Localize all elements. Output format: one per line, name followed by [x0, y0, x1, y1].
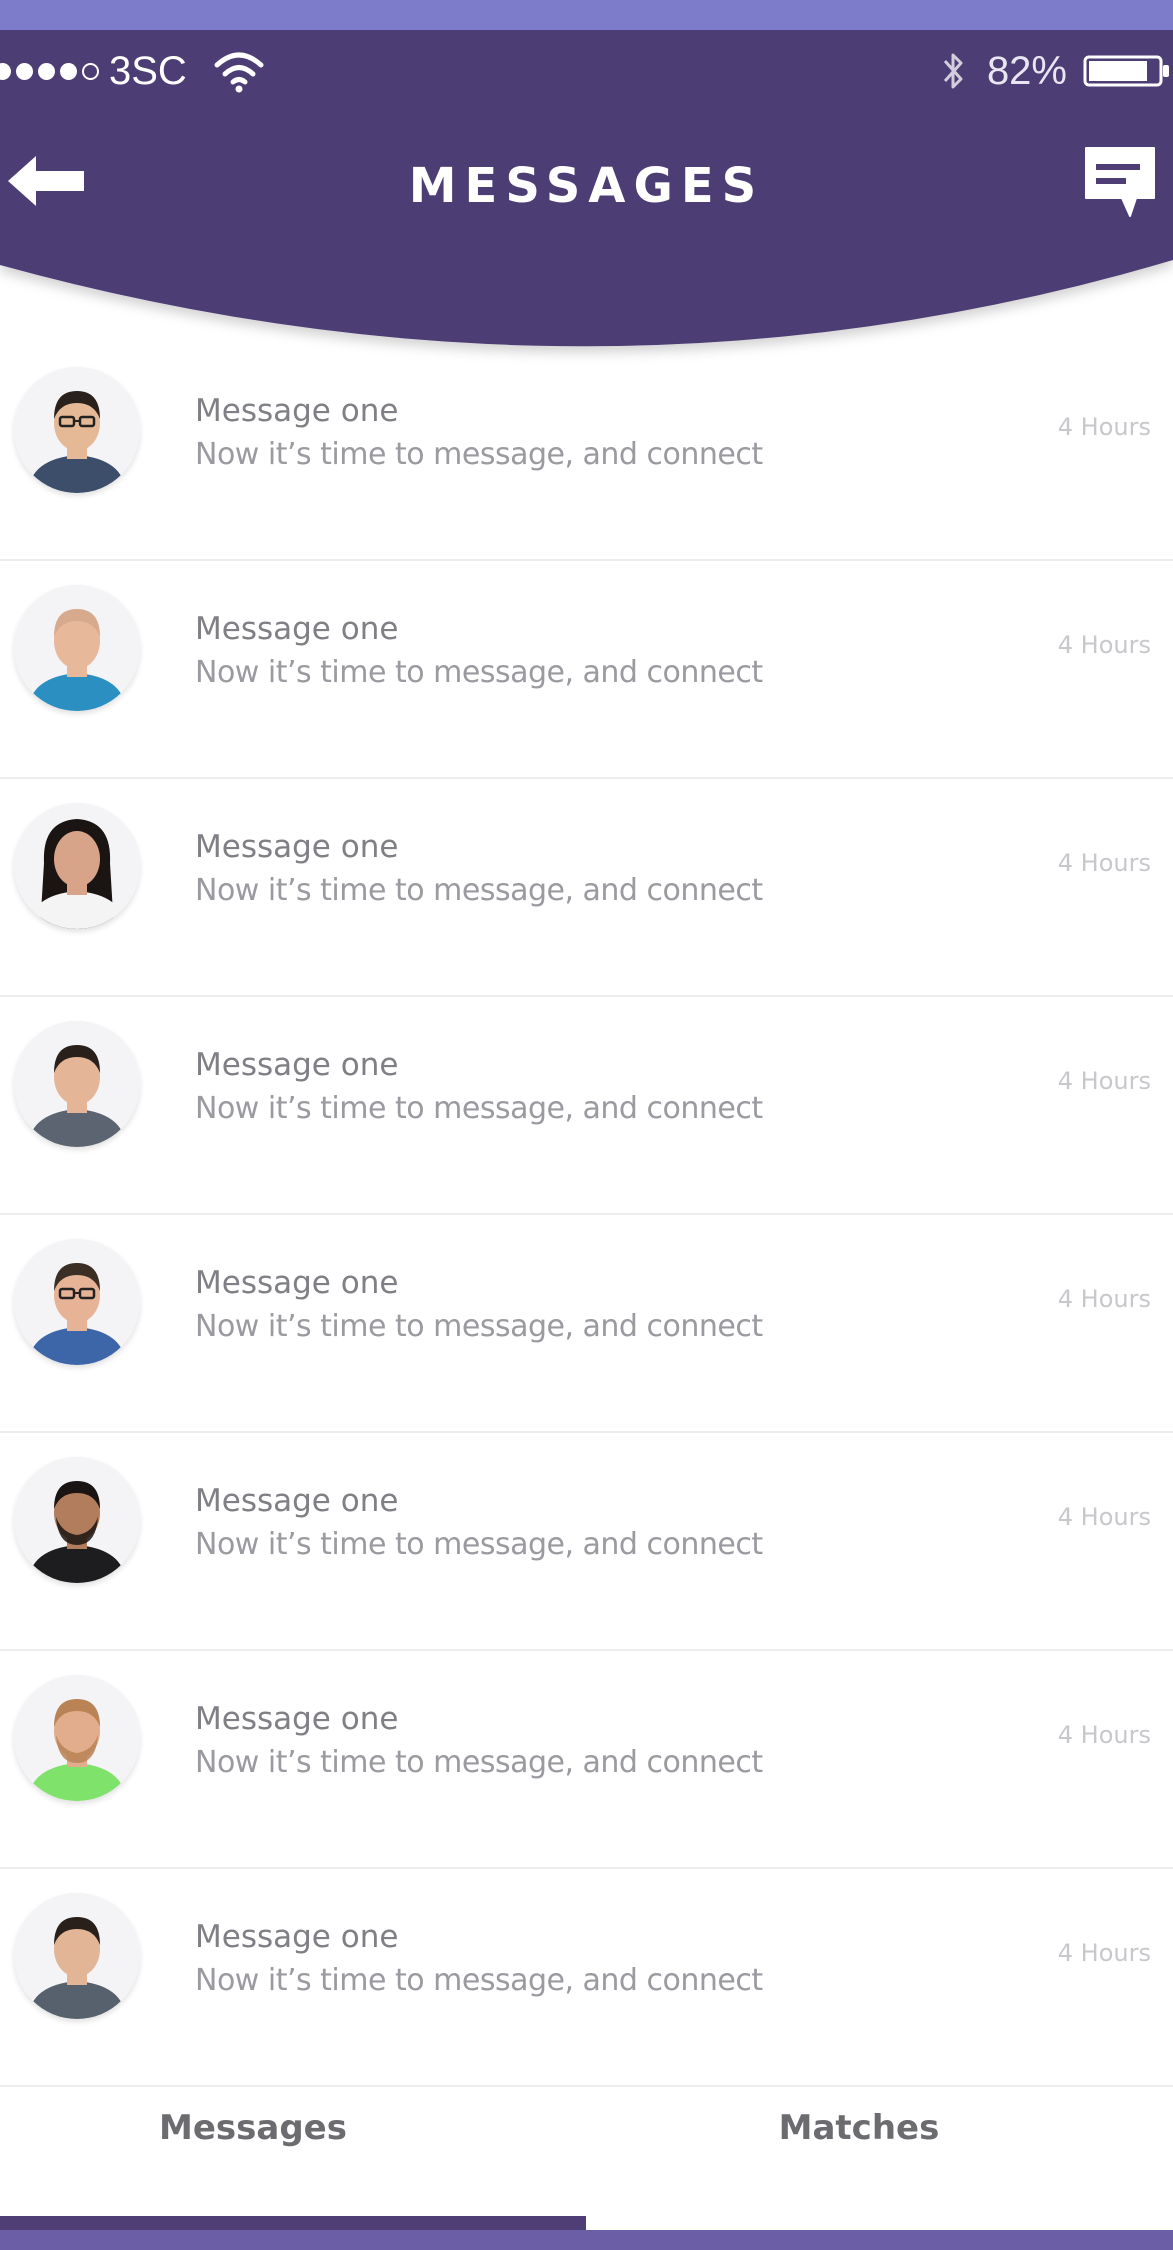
message-row[interactable]: Message one Now it’s time to message, and…: [0, 1435, 1173, 1651]
row-divider: [0, 1213, 1173, 1215]
active-tab-indicator: [0, 2216, 586, 2230]
row-divider: [0, 1867, 1173, 1869]
message-preview: Now it’s time to message, and connect: [195, 1745, 763, 1780]
nav-bar: MESSAGES: [0, 120, 1173, 250]
row-divider: [0, 1649, 1173, 1651]
message-title: Message one: [195, 829, 399, 865]
battery-icon: [1083, 55, 1169, 87]
message-preview: Now it’s time to message, and connect: [195, 1527, 763, 1562]
status-left: 3SC: [0, 48, 265, 94]
message-title: Message one: [195, 1483, 399, 1519]
avatar: [14, 1893, 140, 2019]
message-time: 4 Hours: [1057, 413, 1151, 441]
top-strip: [0, 0, 1173, 30]
row-divider: [0, 559, 1173, 561]
message-row[interactable]: Message one Now it’s time to message, and…: [0, 1217, 1173, 1433]
message-row[interactable]: Message one Now it’s time to message, and…: [0, 563, 1173, 779]
row-divider: [0, 777, 1173, 779]
tab-messages-label: Messages: [159, 2108, 347, 2148]
message-row[interactable]: Message one Now it’s time to message, and…: [0, 1653, 1173, 1869]
tab-messages[interactable]: Messages: [0, 2068, 586, 2218]
row-divider: [0, 995, 1173, 997]
wifi-icon: [214, 52, 264, 93]
message-preview: Now it’s time to message, and connect: [195, 1091, 763, 1126]
message-time: 4 Hours: [1057, 1721, 1151, 1749]
message-title: Message one: [195, 393, 399, 429]
status-bar: 3SC 82%: [0, 30, 1173, 115]
avatar: [14, 1457, 140, 1583]
message-title: Message one: [195, 611, 399, 647]
message-row[interactable]: Message one Now it’s time to message, and…: [0, 1871, 1173, 2087]
app-screen: 3SC 82% MESSAGES Message one Now it’s ti…: [0, 0, 1173, 2250]
tab-matches[interactable]: Matches: [586, 2068, 1172, 2218]
bottom-strip: [0, 2230, 1173, 2250]
row-divider: [0, 1431, 1173, 1433]
bluetooth-icon: [943, 53, 963, 89]
message-row[interactable]: Message one Now it’s time to message, and…: [0, 999, 1173, 1215]
chat-bubble-icon[interactable]: [1080, 142, 1160, 222]
status-right: 82%: [939, 48, 1173, 94]
signal-strength-icon: [0, 62, 99, 80]
avatar: [14, 367, 140, 493]
battery-percent: 82%: [986, 49, 1067, 93]
page-title: MESSAGES: [408, 158, 765, 214]
message-row[interactable]: Message one Now it’s time to message, and…: [0, 345, 1173, 561]
message-title: Message one: [195, 1919, 399, 1955]
message-title: Message one: [195, 1047, 399, 1083]
message-title: Message one: [195, 1701, 399, 1737]
tab-bar: Messages Matches: [0, 2068, 1173, 2250]
avatar: [14, 803, 140, 929]
message-preview: Now it’s time to message, and connect: [195, 1309, 763, 1344]
message-preview: Now it’s time to message, and connect: [195, 655, 763, 690]
tab-matches-label: Matches: [778, 2108, 940, 2148]
avatar: [14, 1675, 140, 1801]
message-preview: Now it’s time to message, and connect: [195, 437, 763, 472]
message-time: 4 Hours: [1057, 631, 1151, 659]
carrier-name: 3SC: [109, 49, 187, 93]
message-time: 4 Hours: [1057, 1067, 1151, 1095]
message-preview: Now it’s time to message, and connect: [195, 873, 763, 908]
message-time: 4 Hours: [1057, 1939, 1151, 1967]
avatar: [14, 585, 140, 711]
avatar: [14, 1021, 140, 1147]
message-title: Message one: [195, 1265, 399, 1301]
message-time: 4 Hours: [1057, 1285, 1151, 1313]
message-time: 4 Hours: [1057, 1503, 1151, 1531]
message-row[interactable]: Message one Now it’s time to message, and…: [0, 781, 1173, 997]
message-preview: Now it’s time to message, and connect: [195, 1963, 763, 1998]
message-time: 4 Hours: [1057, 849, 1151, 877]
avatar: [14, 1239, 140, 1365]
